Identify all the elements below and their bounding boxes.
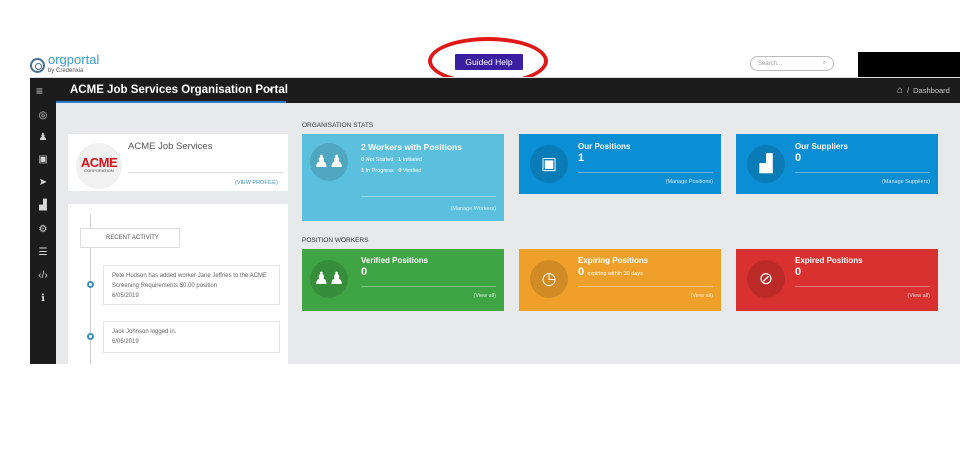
factory-icon[interactable]: ▟ (30, 200, 56, 211)
expiring-sub: expiring within 30 days (587, 271, 643, 277)
workers-rule (361, 196, 496, 197)
positions-rule (578, 172, 713, 173)
orgportal-logo-icon (30, 57, 45, 73)
expired-count: 0 (795, 266, 802, 278)
workers-count: 2 (361, 142, 366, 152)
logo-sub: by Credenxia (48, 67, 84, 74)
users-cog-icon[interactable]: ⚙ (30, 224, 56, 235)
workers-status-row-2: 1 In Progress 0 Verified (361, 168, 422, 174)
info-icon[interactable]: ℹ (30, 293, 56, 304)
redacted-area (858, 52, 960, 80)
expired-view-all-link[interactable]: (View all) (907, 293, 930, 299)
org-name: ACME Job Services (128, 141, 213, 152)
factory-icon: ▟ (747, 145, 785, 183)
logo-name: orgportal (48, 51, 100, 67)
timeline-dot-icon (87, 281, 94, 288)
workers-tile[interactable]: ♟♟ 2 Workers with Positions 0 Not Starte… (302, 134, 504, 221)
expiring-count: 0 (578, 266, 585, 278)
expiring-view-all-link[interactable]: (View all) (690, 293, 713, 299)
suppliers-rule (795, 172, 930, 173)
search-input[interactable]: Search... ⌕ (750, 56, 834, 71)
ban-icon: ⊘ (747, 260, 785, 298)
expired-rule (795, 286, 930, 287)
activity-text: Jack Johnson logged in. (112, 329, 177, 335)
expiring-rule (578, 286, 713, 287)
expired-title: Expired Positions (795, 256, 863, 265)
org-divider (128, 172, 283, 173)
send-icon[interactable]: ➤ (30, 177, 56, 188)
activity-item: Jack Johnson logged in. 6/05/2019 (103, 321, 280, 353)
activity-item: Pete Hudson has added worker Jane Jeffri… (103, 265, 280, 305)
expiring-positions-tile[interactable]: ◷ Expiring Positions 0 expiring within 3… (519, 249, 721, 311)
verified-count: 0 (361, 266, 368, 278)
activity-text: Pete Hudson has added worker Jane Jeffri… (112, 273, 267, 289)
portal-title[interactable]: ACME Job Services Organisation Portal (70, 84, 288, 96)
verified-rule (361, 286, 496, 287)
expiring-row: 0 expiring within 30 days (578, 266, 643, 278)
workers-title-text: Workers with Positions (368, 142, 462, 152)
clock-icon: ◷ (530, 260, 568, 298)
users-icon: ♟♟ (310, 260, 348, 298)
users-icon[interactable]: ♟ (30, 132, 56, 143)
search-placeholder: Search... (758, 60, 783, 67)
position-workers-label: POSITION WORKERS (302, 237, 369, 244)
acme-logo-sub: CORPORATION (84, 168, 114, 173)
org-stats-label: ORGANISATION STATS (302, 122, 374, 129)
home-icon[interactable]: ⌂ (897, 85, 903, 96)
manage-workers-link[interactable]: (Manage Workers) (451, 206, 496, 212)
code-icon[interactable]: ‹/› (30, 270, 56, 281)
dashboard-icon[interactable]: ◎ (30, 110, 56, 121)
expiring-title: Expiring Positions (578, 256, 649, 265)
breadcrumb: ⌂ / Dashboard (897, 85, 950, 96)
breadcrumb-dashboard: Dashboard (913, 86, 950, 95)
orgportal-logo[interactable]: orgportal by Credenxia (30, 51, 100, 76)
workers-title: 2 Workers with Positions (361, 142, 462, 152)
recent-activity-heading: RECENT ACTIVITY (80, 228, 180, 248)
verified-view-all-link[interactable]: (View all) (473, 293, 496, 299)
positions-title: Our Positions (578, 142, 631, 151)
manage-positions-link[interactable]: (Manage Positions) (666, 179, 713, 185)
search-icon[interactable]: ⌕ (823, 60, 826, 67)
expired-positions-tile[interactable]: ⊘ Expired Positions 0 (View all) (736, 249, 938, 311)
activity-date: 6/05/2019 (112, 339, 139, 345)
manage-suppliers-link[interactable]: (Manage Suppliers) (882, 179, 930, 185)
list-icon[interactable]: ☰ (30, 247, 56, 258)
verified-positions-tile[interactable]: ♟♟ Verified Positions 0 (View all) (302, 249, 504, 311)
verified-title: Verified Positions (361, 256, 429, 265)
activity-date: 6/05/2019 (112, 293, 139, 299)
briefcase-icon: ▣ (530, 145, 568, 183)
caret-down-icon[interactable]: ▼ (268, 88, 274, 94)
menu-toggle-icon[interactable]: ≡ (36, 84, 43, 98)
view-profile-link[interactable]: (VIEW PROFILE) (235, 180, 278, 186)
positions-tile[interactable]: ▣ Our Positions 1 (Manage Positions) (519, 134, 721, 194)
breadcrumb-separator: / (907, 86, 910, 95)
suppliers-count: 0 (795, 152, 802, 164)
suppliers-title: Our Suppliers (795, 142, 848, 151)
workers-status-row-1: 0 Not Started 1 Initiated (361, 157, 422, 163)
positions-count: 1 (578, 152, 585, 164)
timeline-dot-icon (87, 333, 94, 340)
suppliers-tile[interactable]: ▟ Our Suppliers 0 (Manage Suppliers) (736, 134, 938, 194)
users-icon: ♟♟ (310, 143, 348, 181)
briefcase-icon[interactable]: ▣ (30, 154, 56, 165)
